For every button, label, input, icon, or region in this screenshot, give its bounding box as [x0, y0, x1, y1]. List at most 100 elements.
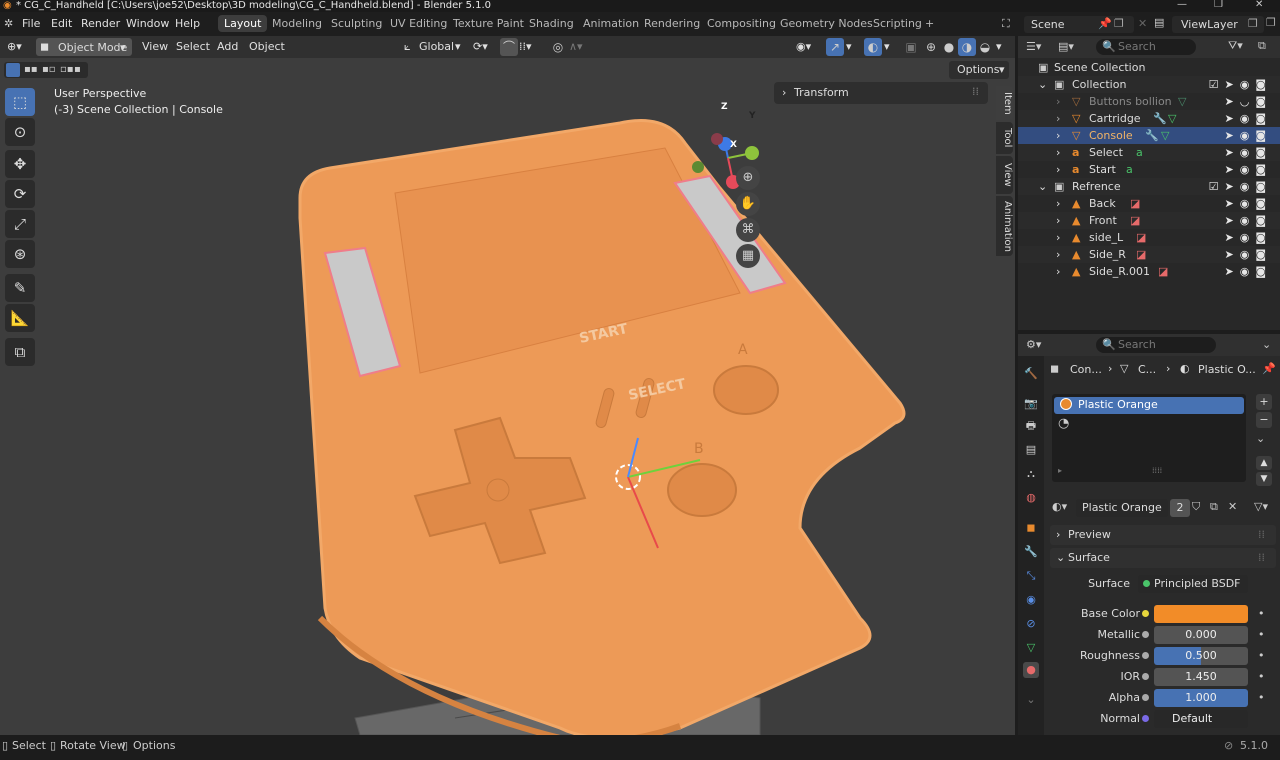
restore-icon[interactable]: ❐ [1214, 0, 1223, 10]
transform-orientation-selector[interactable]: Global [419, 40, 454, 53]
annotate-tool-icon[interactable]: ✎ [5, 274, 35, 302]
material-users-count[interactable]: 2 [1170, 499, 1190, 517]
camera-view-icon[interactable]: ⌘ [736, 218, 760, 242]
duplicate-material-icon[interactable]: ⧉ [1210, 500, 1218, 514]
filter-icon[interactable]: ⛛▾ [1228, 39, 1243, 53]
material-name-field[interactable]: Plastic Orange [1076, 499, 1168, 517]
surface-shader-selector[interactable]: Principled BSDF [1138, 575, 1248, 593]
chevron-right-icon[interactable]: › [1056, 161, 1060, 178]
tree-row-cartridge[interactable]: › ▽ Cartridge 🔧 ▽ ➤◉◙ [1018, 110, 1280, 127]
editor-type-icon[interactable]: ☰▾ [1026, 40, 1041, 53]
visibility-toggles[interactable]: ➤◉◙ [1225, 110, 1273, 127]
socket-dot-icon[interactable] [1142, 631, 1149, 638]
perspective-grid-icon[interactable]: ▦ [736, 244, 760, 268]
close-icon[interactable]: ✕ [1255, 0, 1263, 10]
chevron-down-icon[interactable]: ▾ [846, 40, 852, 53]
tree-row-side-r-001[interactable]: › ▲ Side_R.001 ◪ ➤◉◙ [1018, 263, 1280, 280]
view-layer-selector[interactable]: ViewLayer ❐ [1172, 16, 1264, 33]
new-view-layer-icon[interactable]: ❐ [1248, 17, 1258, 30]
visibility-toggles[interactable]: ➤◉◙ [1225, 212, 1273, 229]
keyframe-dot-icon[interactable]: • [1258, 604, 1265, 624]
menu-edit[interactable]: Edit [51, 17, 72, 30]
socket-dot-icon[interactable] [1142, 673, 1149, 680]
remove-slot-button[interactable]: − [1256, 412, 1272, 428]
tree-row-refrence[interactable]: ⌄ ▣ Refrence ☑➤◉◙ [1018, 178, 1280, 195]
visibility-toggles[interactable]: ➤◉◙ [1225, 246, 1273, 263]
drag-handle-icon[interactable]: ⁞⁞ [1258, 551, 1265, 564]
move-tool-icon[interactable]: ✥ [5, 150, 35, 178]
properties-search-input[interactable]: 🔍 Search [1096, 337, 1216, 353]
editor-type-icon[interactable]: ⚙▾ [1026, 338, 1041, 351]
delete-scene-icon[interactable]: ✕ [1138, 17, 1147, 30]
cursor-tool-icon[interactable]: ⊙ [5, 118, 35, 146]
socket-dot-icon[interactable] [1142, 610, 1149, 617]
tree-row-side-l[interactable]: › ▲ side_L ◪ ➤◉◙ [1018, 229, 1280, 246]
visibility-toggles[interactable]: ➤◉◙ [1225, 161, 1273, 178]
workspace-tab-texture-paint[interactable]: Texture Paint [453, 17, 524, 30]
ior-field[interactable]: 1.450 [1154, 668, 1248, 686]
chevron-right-icon[interactable]: › [1056, 195, 1060, 212]
tree-row-buttons-bollion[interactable]: › ▽ Buttons bollion ▽ ➤◡◙ [1018, 93, 1280, 110]
workspace-tab-rendering[interactable]: Rendering [644, 17, 700, 30]
workspace-tab-scripting[interactable]: Scripting [873, 17, 922, 30]
chevron-right-icon[interactable]: › [1056, 110, 1060, 127]
outliner-search-input[interactable]: 🔍 Search [1096, 39, 1196, 55]
object-tab-icon[interactable]: ◼ [1023, 520, 1039, 536]
visibility-icon[interactable]: ◉▾ [796, 40, 811, 53]
rotate-tool-icon[interactable]: ⟳ [5, 180, 35, 208]
menu-file[interactable]: File [22, 17, 40, 30]
render-tab-icon[interactable]: 📷 [1023, 396, 1039, 412]
base-color-swatch[interactable] [1154, 605, 1248, 623]
add-cube-tool-icon[interactable]: ⧉ [5, 338, 35, 366]
snap-icon[interactable]: ⌒ [500, 38, 518, 56]
world-tab-icon[interactable]: ◍ [1023, 490, 1039, 506]
material-slot-item[interactable]: Plastic Orange [1054, 397, 1244, 414]
metallic-field[interactable]: 0.000 [1154, 626, 1248, 644]
tab-animation[interactable]: Animation [996, 196, 1013, 256]
workspace-tab-compositing[interactable]: Compositing [707, 17, 776, 30]
constraints-tab-icon[interactable]: ⊘ [1023, 616, 1039, 632]
empty-material-icon[interactable]: ◔ [1058, 416, 1069, 431]
workspace-tab-shading[interactable]: Shading [529, 17, 574, 30]
visibility-toggles[interactable]: ➤◉◙ [1225, 127, 1273, 144]
visibility-toggles[interactable]: ☑➤◉◙ [1209, 76, 1272, 93]
chevron-right-icon[interactable]: › [1056, 212, 1060, 229]
tree-row-side-r[interactable]: › ▲ Side_R ◪ ➤◉◙ [1018, 246, 1280, 263]
menu-window[interactable]: Window [126, 17, 169, 30]
chevron-down-icon[interactable]: ▾ [884, 40, 890, 53]
physics-tab-icon[interactable]: ◉ [1023, 592, 1039, 608]
workspace-tab-modeling[interactable]: Modeling [272, 17, 322, 30]
visibility-toggles[interactable]: ➤◉◙ [1225, 195, 1273, 212]
transform-panel-header[interactable]: › Transform ⁞⁞ [774, 82, 988, 104]
visibility-toggles[interactable]: ➤◉◙ [1225, 263, 1273, 280]
tree-row-select[interactable]: › a Select a ➤◉◙ [1018, 144, 1280, 161]
tree-row-back[interactable]: › ▲ Back ◪ ➤◉◙ [1018, 195, 1280, 212]
workspace-tab-uv-editing[interactable]: UV Editing [390, 17, 447, 30]
fake-user-icon[interactable]: ⛉ [1192, 500, 1200, 514]
chevron-down-icon[interactable]: ⌄ [1262, 338, 1271, 351]
3d-viewport[interactable]: ⊕▾ ◼ Object Mode ▾ View Select Add Objec… [0, 36, 1015, 735]
chevron-right-icon[interactable]: › [1056, 144, 1060, 161]
zoom-icon[interactable]: ⊕ [736, 166, 760, 190]
add-slot-button[interactable]: + [1256, 394, 1272, 410]
tab-view[interactable]: View [996, 156, 1013, 194]
material-browse-icon[interactable]: ◐▾ [1052, 500, 1067, 513]
network-off-icon[interactable]: ⊘ [1224, 739, 1233, 752]
chevron-down-icon[interactable]: ⌄ [1038, 76, 1047, 93]
output-tab-icon[interactable]: 🖶 [1023, 418, 1039, 434]
tree-row-start[interactable]: › a Start a ➤◉◙ [1018, 161, 1280, 178]
move-up-button[interactable]: ▲ [1256, 456, 1272, 470]
measure-tool-icon[interactable]: 📐 [5, 304, 35, 332]
visibility-toggles[interactable]: ➤◉◙ [1225, 144, 1273, 161]
gizmo-z-label[interactable]: Z [721, 102, 728, 112]
chevron-down-icon[interactable]: ⌄ [1023, 692, 1039, 708]
workspace-tab-animation[interactable]: Animation [583, 17, 639, 30]
chevron-down-icon[interactable]: ⌄ [1256, 432, 1265, 445]
chevron-down-icon[interactable]: ⌄ [1038, 178, 1047, 195]
tab-item[interactable]: Item [996, 86, 1013, 120]
keyframe-dot-icon[interactable]: • [1258, 625, 1265, 645]
gizmo-x-label[interactable]: X [730, 140, 737, 150]
delete-view-layer-icon[interactable]: ❐ [1266, 16, 1276, 29]
solid-shading-icon[interactable]: ● [940, 38, 958, 56]
blender-menu-icon[interactable]: ✲ [4, 17, 13, 30]
